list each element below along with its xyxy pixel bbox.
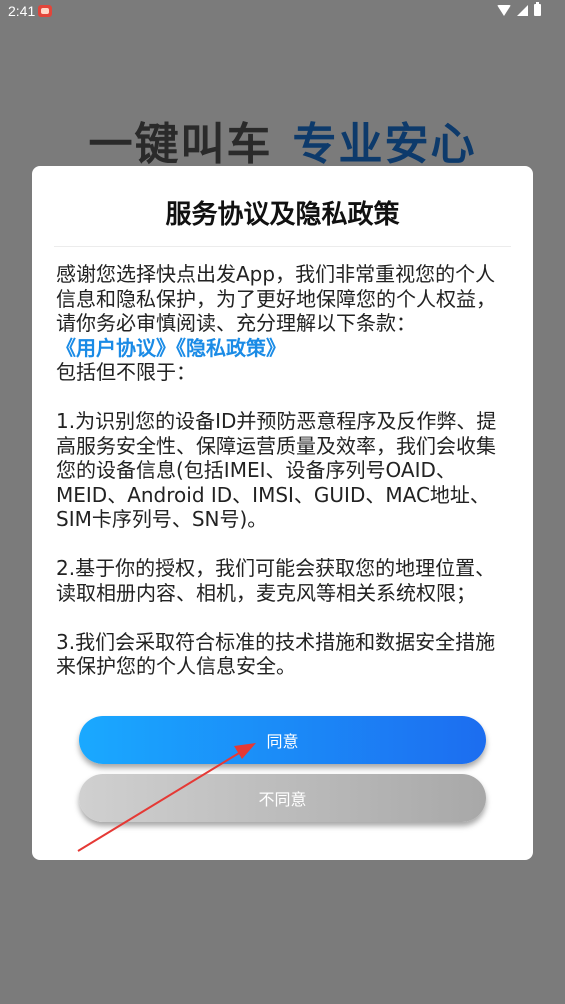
privacy-dialog: 服务协议及隐私政策 感谢您选择快点出发App，我们非常重视您的个人信息和隐私保护… — [32, 166, 533, 860]
wifi-icon — [497, 4, 511, 16]
app-notification-icon — [38, 5, 52, 17]
clause-item-1: 1.为识别您的设备ID并预防恶意程序及反作弊、提高服务安全性、保障运营质量及效率… — [56, 409, 497, 531]
user-agreement-link[interactable]: 《用户协议》 — [56, 336, 176, 360]
background-slogan: 一键叫车 专业安心 — [0, 108, 565, 172]
agree-button-label: 同意 — [266, 732, 299, 751]
clause-item-3: 3.我们会采取符合标准的技术措施和数据安全措施来保护您的个人信息安全。 — [56, 629, 496, 679]
privacy-policy-link[interactable]: 《隐私政策》 — [176, 336, 286, 360]
disagree-button-label: 不同意 — [258, 790, 307, 809]
signal-icon — [517, 4, 528, 16]
dialog-body-scroll[interactable]: 感谢您选择快点出发App，我们非常重视您的个人信息和隐私保护，为了更好地保障您的… — [56, 262, 506, 694]
clause-item-2: 2.基于你的授权，我们可能会获取您的地理位置、读取相册内容、相机，麦克风等相关系… — [56, 556, 496, 605]
status-time: 2:41 — [8, 3, 36, 19]
policy-links: 《用户协议》《隐私政策》 — [56, 336, 506, 361]
status-icons — [497, 2, 541, 16]
dialog-title: 服务协议及隐私政策 — [165, 200, 400, 230]
status-bar: 2:41 — [0, 0, 565, 24]
battery-icon — [534, 2, 541, 16]
including-text: 包括但不限于： — [56, 360, 196, 384]
intro-text: 感谢您选择快点出发App，我们非常重视您的个人信息和隐私保护，为了更好地保障您的… — [56, 262, 496, 335]
disagree-button[interactable]: 不同意 — [79, 774, 486, 822]
agree-button[interactable]: 同意 — [79, 716, 486, 764]
slogan-left: 一键叫车 — [88, 119, 273, 170]
title-divider — [54, 246, 511, 247]
slogan-right: 专业安心 — [292, 119, 477, 170]
